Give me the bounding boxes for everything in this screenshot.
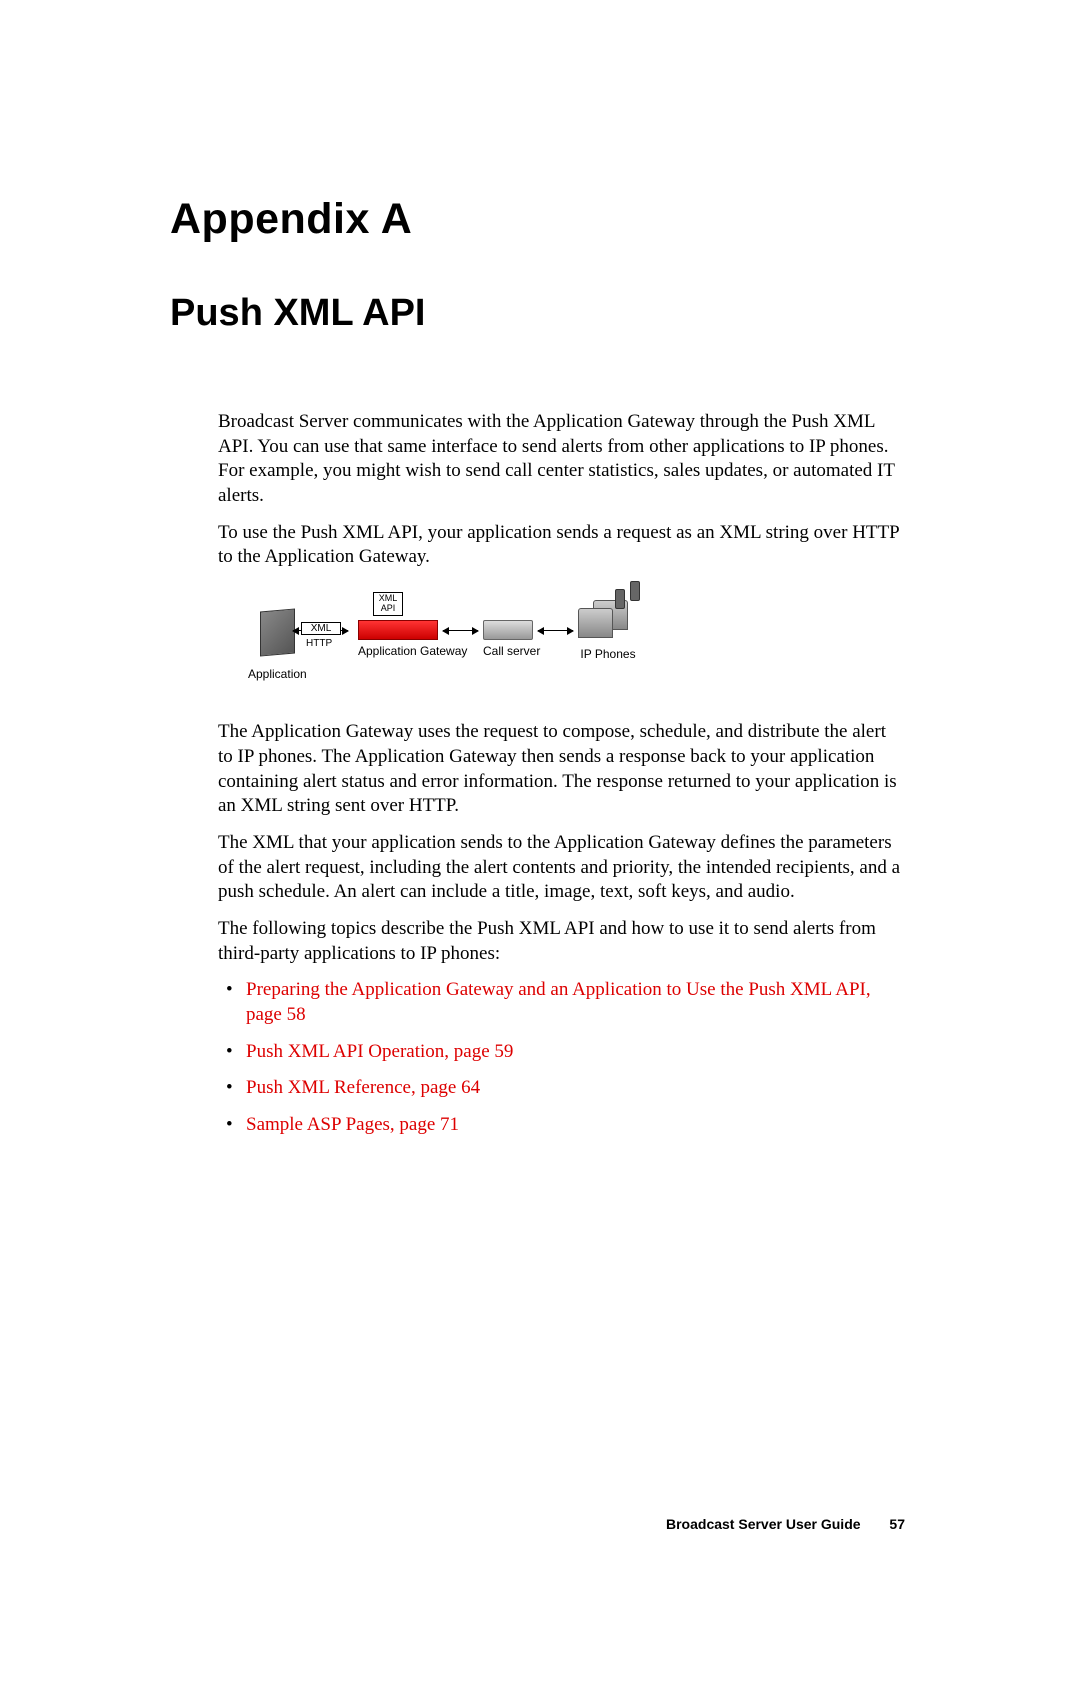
chapter-title: Push XML API — [170, 292, 905, 335]
paragraph-5: The following topics describe the Push X… — [218, 917, 905, 966]
gateway-icon — [358, 620, 438, 640]
application-label: Application — [248, 667, 307, 681]
diagram-phones: IP Phones — [578, 600, 638, 661]
phone-icon — [578, 608, 613, 638]
link-api-operation[interactable]: Push XML API Operation, page 59 — [246, 1041, 513, 1062]
xml-api-label-box: XML API — [373, 592, 403, 616]
topics-list: Preparing the Application Gateway and an… — [218, 978, 905, 1137]
arrow-icon — [538, 630, 573, 631]
architecture-diagram: Application XML HTTP XML API Application… — [218, 590, 905, 700]
list-item: Sample ASP Pages, page 71 — [218, 1113, 905, 1138]
diagram-application: Application — [248, 610, 307, 681]
xml-label-box: XML — [301, 622, 341, 635]
application-icon — [260, 609, 295, 657]
http-label: HTTP — [306, 638, 332, 649]
gateway-label: Application Gateway — [358, 644, 467, 658]
link-sample-asp[interactable]: Sample ASP Pages, page 71 — [246, 1114, 459, 1135]
phones-label: IP Phones — [578, 647, 638, 661]
list-item: Push XML Reference, page 64 — [218, 1076, 905, 1101]
list-item: Push XML API Operation, page 59 — [218, 1040, 905, 1065]
paragraph-3: The Application Gateway uses the request… — [218, 720, 905, 819]
paragraph-4: The XML that your application sends to t… — [218, 831, 905, 905]
callserver-label: Call server — [483, 644, 540, 658]
footer-page-number: 57 — [889, 1516, 905, 1532]
diagram-callserver: Call server — [483, 620, 540, 658]
diagram-gateway: Application Gateway — [358, 620, 467, 658]
list-item: Preparing the Application Gateway and an… — [218, 978, 905, 1027]
page-footer: Broadcast Server User Guide 57 — [666, 1516, 905, 1532]
paragraph-2: To use the Push XML API, your applicatio… — [218, 521, 905, 570]
arrow-icon — [443, 630, 478, 631]
link-xml-reference[interactable]: Push XML Reference, page 64 — [246, 1077, 480, 1098]
appendix-label: Appendix A — [170, 195, 905, 244]
paragraph-1: Broadcast Server communicates with the A… — [218, 410, 905, 509]
callserver-icon — [483, 620, 533, 640]
footer-doc-title: Broadcast Server User Guide — [666, 1516, 861, 1532]
link-preparing-gateway[interactable]: Preparing the Application Gateway and an… — [246, 979, 871, 1025]
